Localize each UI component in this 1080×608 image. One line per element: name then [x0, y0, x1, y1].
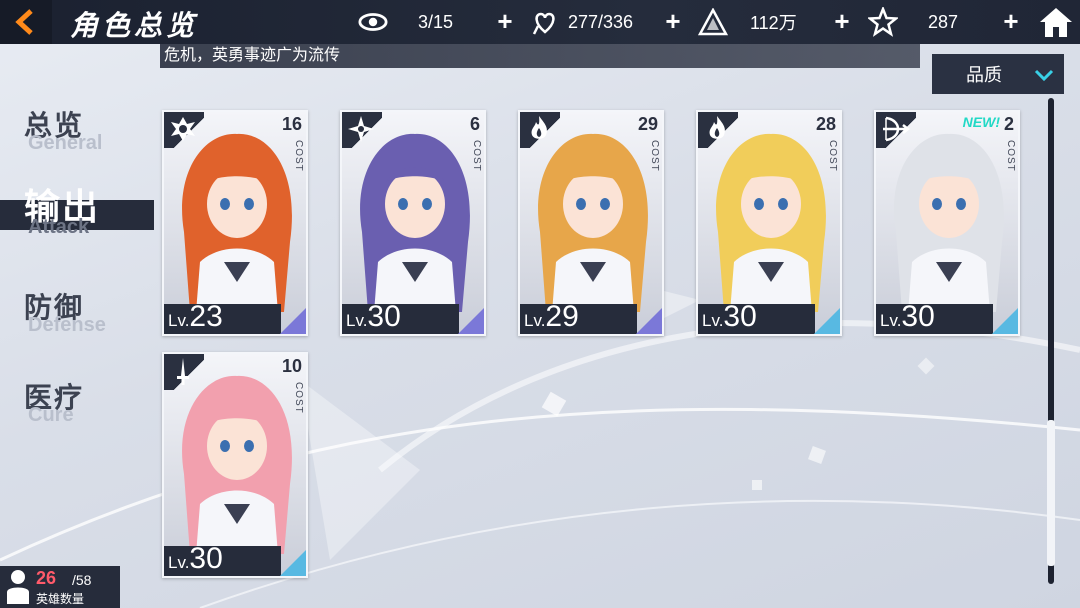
level-bar: Lv.29	[520, 302, 662, 334]
tab-attack-sublabel: Attack	[28, 216, 90, 238]
level-bar: Lv.30	[342, 302, 484, 334]
level-value: 30	[189, 542, 223, 575]
cost-label: COST	[827, 140, 838, 172]
heart-hand-icon	[530, 7, 560, 37]
add-gold-button[interactable]: +	[829, 8, 855, 35]
cost-label: COST	[1005, 140, 1016, 172]
shuriken-class-icon	[342, 112, 382, 148]
cost-label: COST	[649, 140, 660, 172]
star-badge-icon	[868, 7, 898, 37]
level-text: Lv.30	[346, 302, 401, 332]
character-card[interactable]: 10 COST Lv.30	[162, 352, 308, 578]
level-prefix: Lv.	[346, 311, 368, 330]
level-prefix: Lv.	[168, 553, 190, 572]
level-prefix: Lv.	[702, 311, 724, 330]
level-bar: Lv.23	[164, 302, 306, 334]
rarity-corner	[636, 304, 662, 334]
eye-icon	[358, 7, 388, 37]
level-value: 30	[367, 300, 401, 333]
cost-label: COST	[293, 382, 304, 414]
bow-class-icon	[876, 112, 916, 148]
character-card[interactable]: NEW! 2 COST Lv.30	[874, 110, 1020, 336]
tab-general-sublabel: General	[28, 132, 103, 154]
top-bar: 角色总览 3/15 + 277/336 + 112万 + 287 +	[0, 0, 1080, 44]
level-bar: Lv.30	[698, 302, 840, 334]
level-prefix: Lv.	[880, 311, 902, 330]
sort-label: 品质	[966, 65, 1002, 85]
marquee-text: 危机，英勇事迹广为流传	[164, 47, 341, 64]
gem-value: 287	[928, 11, 959, 32]
sword-class-icon	[164, 354, 204, 390]
page-title: 角色总览	[70, 10, 199, 41]
hero-count-panel: 26 /58 英雄数量	[0, 566, 120, 608]
level-text: Lv.29	[524, 302, 579, 332]
flame-class-icon	[698, 112, 738, 148]
level-bar: Lv.30	[876, 302, 1018, 334]
rarity-corner	[280, 304, 306, 334]
flame-class-icon	[520, 112, 560, 148]
tab-defense-sublabel: Defense	[28, 314, 106, 336]
stamina-value: 3/15	[418, 11, 454, 32]
level-text: Lv.30	[702, 302, 757, 332]
back-button[interactable]	[0, 0, 52, 44]
level-text: Lv.30	[168, 544, 223, 574]
pyramid-token-icon	[698, 7, 728, 37]
cost-value: 2	[1003, 114, 1014, 134]
cost-value: 10	[281, 356, 302, 376]
crest-class-icon	[164, 112, 204, 148]
level-value: 30	[901, 300, 935, 333]
tab-cure-sublabel: Cure	[28, 404, 74, 426]
level-prefix: Lv.	[524, 311, 546, 330]
tab-cure[interactable]: 医疗 Cure	[24, 376, 154, 434]
tab-general[interactable]: 总览 General	[24, 104, 154, 162]
rarity-corner	[814, 304, 840, 334]
cost-value: 6	[469, 114, 480, 134]
character-card[interactable]: 28 COST Lv.30	[696, 110, 842, 336]
level-text: Lv.30	[880, 302, 935, 332]
chevron-down-icon	[1034, 69, 1054, 82]
cost-value: 16	[281, 114, 302, 134]
person-icon	[7, 570, 29, 604]
add-gem-button[interactable]: +	[998, 8, 1024, 35]
stamina-stat: 3/15	[358, 0, 453, 44]
level-value: 29	[545, 300, 579, 333]
add-stamina-button[interactable]: +	[492, 8, 518, 35]
cost-value: 29	[637, 114, 658, 134]
add-energy-button[interactable]: +	[660, 8, 686, 35]
character-card[interactable]: 16 COST Lv.23	[162, 110, 308, 336]
level-value: 23	[189, 300, 223, 333]
hero-count-total: /58	[72, 572, 92, 588]
back-arrow-icon	[15, 9, 33, 35]
hero-count-current: 26	[36, 568, 57, 588]
news-marquee: 危机，英勇事迹广为流传	[160, 44, 920, 68]
character-card[interactable]: 6 COST Lv.30	[340, 110, 486, 336]
rarity-corner	[280, 546, 306, 576]
tab-defense[interactable]: 防御 Defense	[24, 286, 154, 344]
character-card[interactable]: 29 COST Lv.29	[518, 110, 664, 336]
cost-label: COST	[293, 140, 304, 172]
gold-value: 112万	[750, 13, 797, 33]
sort-dropdown[interactable]: 品质	[932, 54, 1064, 94]
gem-stat: 287	[868, 0, 958, 44]
rarity-corner	[992, 304, 1018, 334]
energy-stat: 277/336	[530, 0, 633, 44]
new-tag: NEW!	[962, 114, 1000, 130]
tab-attack[interactable]: 输出 Attack	[0, 178, 154, 238]
level-text: Lv.23	[168, 302, 223, 332]
energy-value: 277/336	[568, 11, 634, 32]
cost-label: COST	[471, 140, 482, 172]
level-bar: Lv.30	[164, 544, 306, 576]
gold-stat: 112万	[698, 0, 797, 44]
rarity-corner	[458, 304, 484, 334]
scrollbar-thumb[interactable]	[1047, 420, 1055, 566]
level-value: 30	[723, 300, 757, 333]
home-button[interactable]	[1038, 5, 1074, 39]
hero-count-label: 英雄数量	[36, 592, 85, 606]
home-icon	[1040, 8, 1072, 37]
level-prefix: Lv.	[168, 311, 190, 330]
cost-value: 28	[815, 114, 836, 134]
